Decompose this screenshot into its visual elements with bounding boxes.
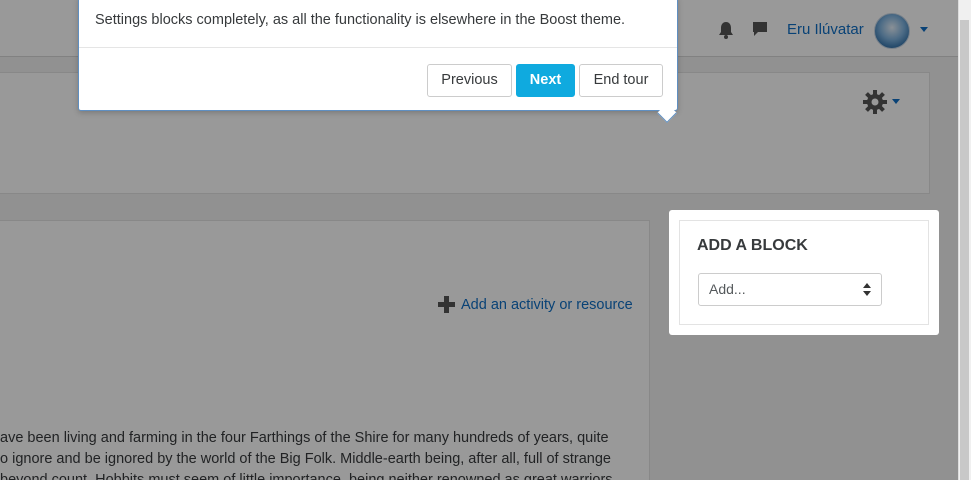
select-value: Add... (709, 281, 746, 297)
tour-step-text: Settings blocks completely, as all the f… (95, 12, 626, 28)
add-block-title: ADD A BLOCK (697, 237, 808, 254)
select-arrows-icon (863, 283, 871, 297)
divider (79, 47, 677, 48)
next-button[interactable]: Next (516, 64, 575, 97)
end-tour-button[interactable]: End tour (579, 64, 663, 97)
scrollbar-thumb[interactable] (960, 20, 969, 480)
add-block-select[interactable]: Add... (698, 273, 882, 306)
tour-popover: Settings blocks completely, as all the f… (78, 0, 678, 111)
previous-button[interactable]: Previous (427, 64, 512, 97)
